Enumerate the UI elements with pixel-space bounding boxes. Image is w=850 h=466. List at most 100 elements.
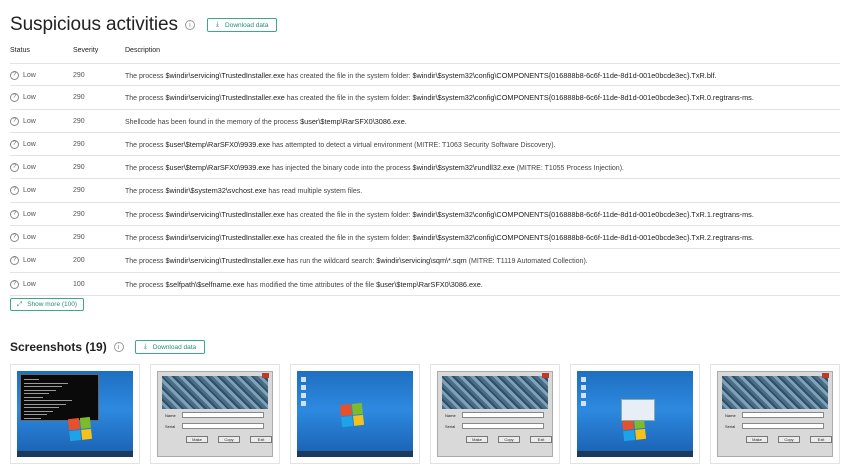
description-cell: Shellcode has been found in the memory o…	[125, 116, 407, 126]
download-icon: ⤓	[143, 343, 147, 350]
severity-cell: 290	[73, 210, 85, 218]
close-icon	[542, 373, 549, 378]
table-row[interactable]: ? Low 290 The process $windir\$system32\svc…	[10, 179, 840, 203]
screenshots-title: Screenshots (19)	[10, 340, 107, 354]
text-field	[462, 412, 544, 418]
severity-cell: 290	[73, 94, 85, 102]
severity-cell: 100	[73, 280, 85, 288]
status-text: Low	[23, 280, 36, 288]
table-row[interactable]: ? Low 290 The process $windir\servicing\Tru…	[10, 203, 840, 227]
question-icon: ?	[10, 116, 19, 126]
status-text: Low	[23, 94, 36, 102]
app-button: Copy	[498, 436, 520, 443]
windows-logo-icon	[339, 402, 365, 427]
status-cell: ? Low	[10, 179, 36, 202]
download-data-label: Download data	[225, 21, 269, 29]
status-text: Low	[23, 140, 36, 148]
table-row[interactable]: ? Low 290 Shellcode has been found in the m…	[10, 110, 840, 133]
screenshot-thumbnail[interactable]	[10, 364, 140, 464]
status-text: Low	[23, 187, 36, 195]
description-cell: The process $user\$temp\RarSFX0\9939.exe…	[125, 163, 624, 173]
screenshot-thumbnail[interactable]	[290, 364, 420, 464]
screenshot-thumbnail[interactable]	[570, 364, 700, 464]
description-cell: The process $windir\servicing\TrustedIns…	[125, 209, 754, 219]
close-icon	[822, 373, 829, 378]
severity-cell: 290	[73, 140, 85, 148]
text-field	[462, 423, 544, 429]
app-banner	[722, 376, 828, 409]
severity-cell: 290	[73, 117, 85, 125]
activities-table: ? Low 290 The process $windir\servicing\Tru…	[10, 63, 840, 296]
expand-icon: ⤢	[17, 300, 23, 308]
table-row[interactable]: ? Low 290 The process $windir\servicing\Tru…	[10, 86, 840, 110]
download-data-label: Download data	[152, 343, 197, 351]
question-icon: ?	[10, 233, 19, 243]
question-icon: ?	[10, 163, 19, 173]
suspicious-activities-header: Suspicious activities i ⤓ Download data	[10, 14, 278, 36]
app-button: Make	[746, 436, 768, 443]
field-label: Serial	[165, 424, 176, 429]
field-label: Serial	[445, 424, 456, 429]
app-button: Copy	[218, 436, 240, 443]
severity-cell: 290	[73, 72, 85, 79]
screenshots-download-button[interactable]: ⤓ Download data	[134, 340, 206, 354]
description-cell: The process $windir\servicing\TrustedIns…	[125, 93, 754, 103]
question-icon: ?	[10, 209, 19, 219]
question-icon: ?	[10, 139, 19, 149]
text-field	[742, 412, 824, 418]
question-icon: ?	[10, 279, 19, 289]
question-icon: ?	[10, 71, 19, 80]
download-data-button[interactable]: ⤓ Download data	[206, 18, 278, 32]
status-text: Low	[23, 117, 36, 125]
status-text: Low	[23, 72, 36, 79]
app-button: Copy	[778, 436, 800, 443]
status-cell: ? Low	[10, 156, 36, 179]
windows-logo-icon	[622, 417, 647, 442]
severity-cell: 290	[73, 187, 85, 195]
info-icon[interactable]: i	[113, 342, 124, 352]
info-icon[interactable]: i	[184, 20, 195, 30]
field-label: Name	[165, 413, 176, 418]
column-status[interactable]: Status	[10, 47, 30, 54]
status-cell: ? Low	[10, 86, 36, 109]
show-more-button[interactable]: ⤢ Show more (100)	[10, 298, 85, 311]
column-severity[interactable]: Severity	[73, 47, 98, 54]
status-cell: ? Low	[10, 110, 36, 133]
field-label: Name	[725, 413, 736, 418]
table-row[interactable]: ? Low 100 The process $selfpath\$selfname.e…	[10, 273, 840, 296]
close-icon	[262, 373, 269, 378]
field-label: Name	[445, 413, 456, 418]
windows-logo-icon	[68, 417, 93, 442]
table-row[interactable]: ? Low 290 The process $windir\servicing\Tru…	[10, 226, 840, 250]
field-label: Serial	[725, 424, 736, 429]
status-cell: ? Low	[10, 133, 36, 156]
screenshot-image: Name Serial Make Copy Exit	[157, 371, 273, 457]
app-button: Exit	[530, 436, 552, 443]
screenshot-image: Name Serial Make Copy Exit	[717, 371, 833, 457]
description-cell: The process $windir\$system32\svchost.ex…	[125, 186, 363, 196]
status-text: Low	[23, 210, 36, 218]
app-button: Exit	[810, 436, 832, 443]
app-banner	[162, 376, 268, 409]
table-row[interactable]: ? Low 290 The process $windir\servicing\Tru…	[10, 63, 840, 87]
table-row[interactable]: ? Low 200 The process $windir\servicing\Tru…	[10, 249, 840, 273]
download-icon: ⤓	[215, 21, 220, 28]
description-cell: The process $windir\servicing\TrustedIns…	[125, 233, 754, 243]
severity-cell: 290	[73, 234, 85, 242]
screenshot-thumbnail[interactable]: Name Serial Make Copy Exit	[430, 364, 560, 464]
severity-cell: 200	[73, 257, 85, 265]
text-field	[182, 412, 264, 418]
screenshot-image	[577, 371, 693, 457]
column-description[interactable]: Description	[125, 47, 160, 54]
show-more-label: Show more (100)	[27, 301, 78, 308]
table-row[interactable]: ? Low 290 The process $user\$temp\RarSFX0\9…	[10, 133, 840, 157]
status-cell: ? Low	[10, 203, 36, 226]
description-cell: The process $selfpath\$selfname.exe has …	[125, 279, 483, 289]
screenshot-thumbnail[interactable]: Name Serial Make Copy Exit	[710, 364, 840, 464]
app-banner	[442, 376, 548, 409]
screenshot-thumbnail[interactable]: Name Serial Make Copy Exit	[150, 364, 280, 464]
question-icon: ?	[10, 256, 19, 266]
table-row[interactable]: ? Low 290 The process $user\$temp\RarSFX0\9…	[10, 156, 840, 180]
dialog-window	[621, 398, 656, 421]
severity-cell: 290	[73, 164, 85, 172]
